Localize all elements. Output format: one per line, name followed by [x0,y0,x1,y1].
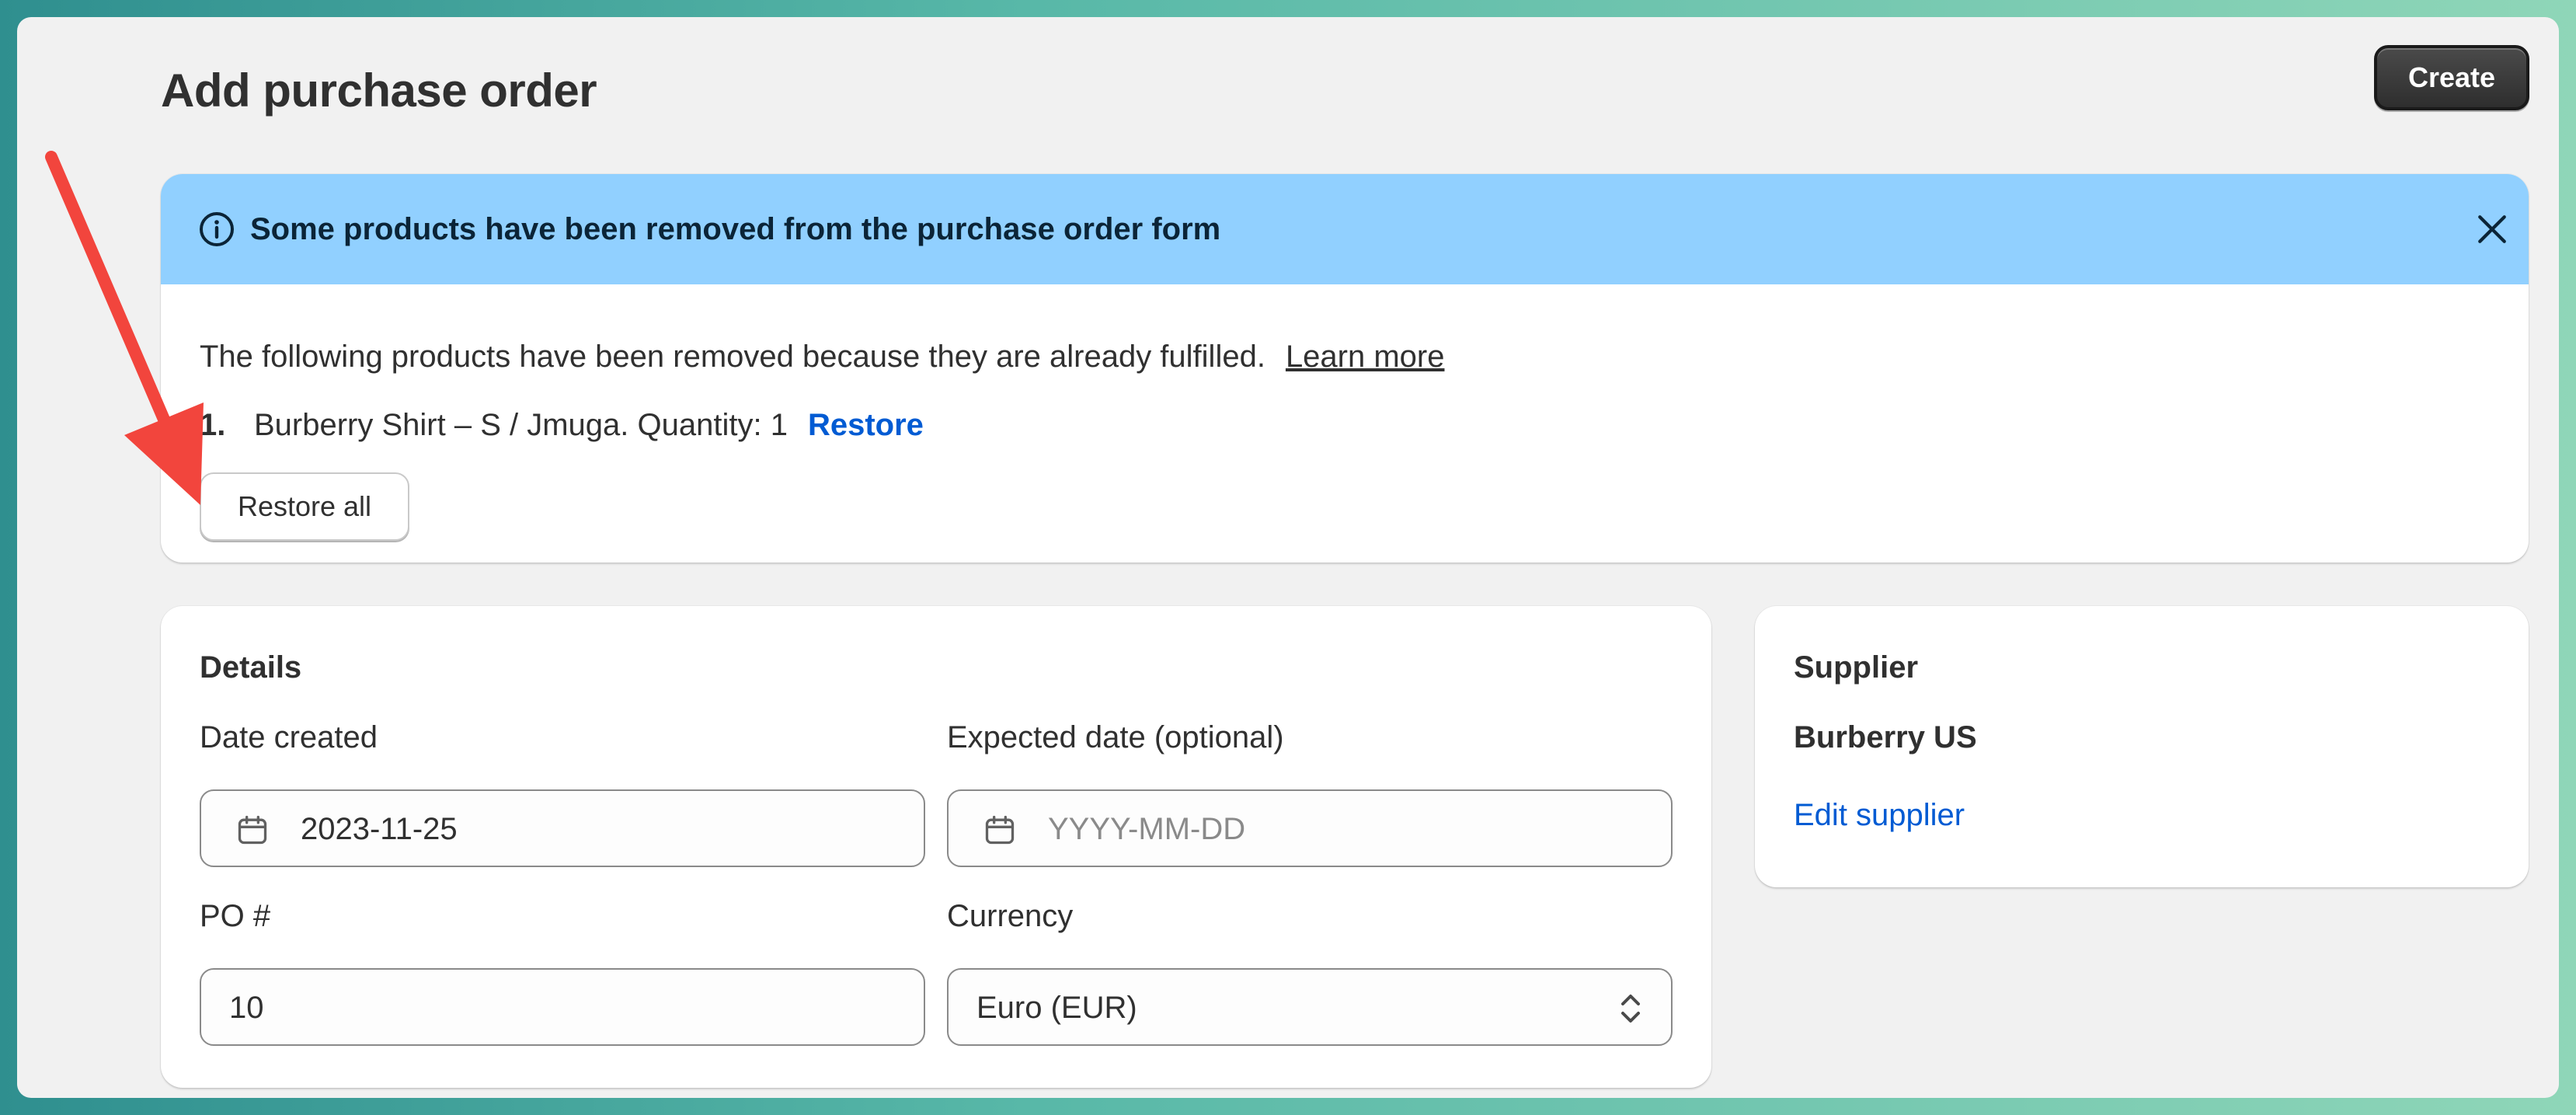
restore-link[interactable]: Restore [808,406,924,444]
removed-products-banner: Some products have been removed from the… [161,174,2529,563]
close-icon[interactable] [2476,213,2508,246]
date-created-label: Date created [200,720,378,754]
currency-label: Currency [947,899,1074,933]
edit-supplier-link[interactable]: Edit supplier [1794,796,1965,835]
banner-header: Some products have been removed from the… [161,174,2529,284]
calendar-icon [985,815,1015,845]
expected-date-placeholder: YYYY-MM-DD [1048,812,1246,846]
details-heading: Details [200,650,302,685]
supplier-card: Supplier Burberry US Edit supplier [1755,606,2529,887]
supplier-heading: Supplier [1794,650,1919,685]
details-card: Details Date created 2023-11-25 Expected… [161,606,1711,1088]
supplier-name: Burberry US [1794,720,1977,754]
expected-date-label: Expected date (optional) [947,720,1284,754]
removed-product-text: Burberry Shirt – S / Jmuga. Quantity: 1 [254,408,788,442]
po-number-label: PO # [200,899,271,933]
expected-date-field[interactable]: YYYY-MM-DD [947,789,1673,867]
list-item-number: 1. [200,408,226,442]
create-button[interactable]: Create [2374,45,2529,110]
currency-select[interactable]: Euro (EUR) [947,968,1673,1046]
po-number-value: 10 [229,991,264,1025]
app-window: Add purchase order Create Some products … [17,17,2559,1098]
removed-product-item: 1. Burberry Shirt – S / Jmuga. Quantity:… [200,406,924,444]
po-number-field[interactable]: 10 [200,968,925,1046]
info-icon [200,212,234,246]
banner-message: The following products have been removed… [200,337,1445,376]
restore-all-button[interactable]: Restore all [200,472,409,541]
banner-message-text: The following products have been removed… [200,340,1265,374]
date-created-field[interactable]: 2023-11-25 [200,789,925,867]
select-arrows-icon [1621,995,1640,1023]
learn-more-link[interactable]: Learn more [1286,340,1445,374]
currency-value: Euro (EUR) [976,991,1137,1025]
banner-title: Some products have been removed from the… [250,212,1221,246]
date-created-value: 2023-11-25 [301,812,458,846]
calendar-icon [238,815,267,845]
page-title: Add purchase order [161,64,597,117]
